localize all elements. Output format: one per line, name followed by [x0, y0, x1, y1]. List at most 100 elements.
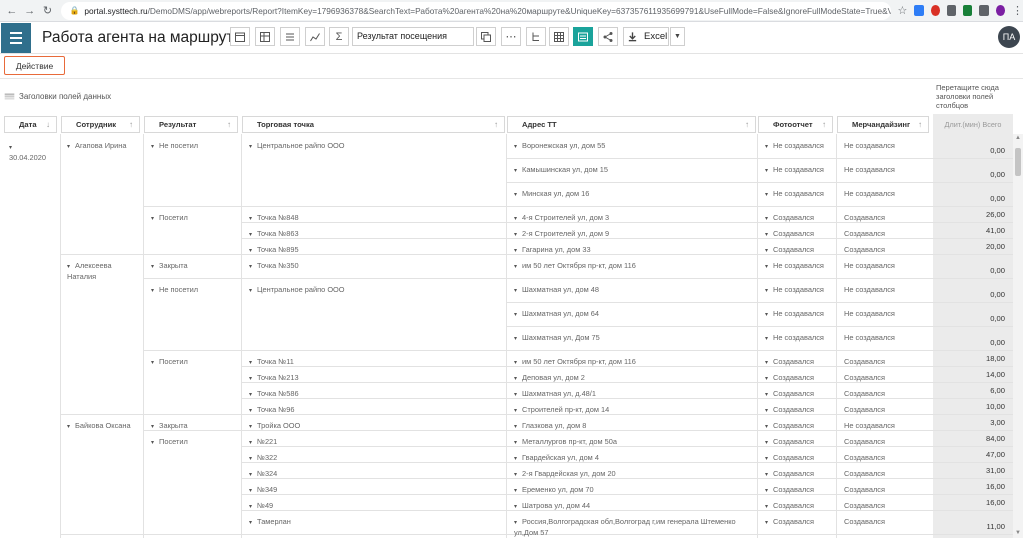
expand-toggle-icon[interactable]: ▾ — [514, 232, 517, 238]
expand-toggle-icon[interactable]: ▾ — [765, 424, 768, 430]
chart-view-button[interactable] — [305, 27, 325, 46]
result-cell[interactable]: ▾ Закрыта — [151, 421, 241, 432]
pivot-view-button[interactable] — [573, 27, 593, 46]
column-header-outlet[interactable]: Торговая точка ↑ — [242, 116, 505, 133]
expand-toggle-icon[interactable]: ▾ — [249, 472, 252, 478]
outlet-cell[interactable]: ▾ Точка №586 — [249, 389, 499, 400]
extension-icon[interactable] — [914, 5, 924, 16]
photo-report-cell[interactable]: ▾ Не создавался — [765, 141, 825, 152]
scrollbar-thumb[interactable] — [1015, 148, 1021, 176]
expand-toggle-icon[interactable]: ▾ — [765, 504, 768, 510]
address-cell[interactable]: ▾ Деповая ул, дом 2 — [514, 373, 749, 384]
scroll-up-icon[interactable]: ▲ — [1015, 135, 1021, 141]
address-cell[interactable]: ▾ Строителей пр-кт, дом 14 — [514, 405, 749, 416]
expand-toggle-icon[interactable]: ▾ — [514, 312, 517, 318]
expand-toggle-icon[interactable]: ▾ — [151, 216, 154, 222]
address-cell[interactable]: ▾ Шахматная ул, дом 48 — [514, 285, 749, 296]
expand-toggle-icon[interactable]: ▾ — [249, 376, 252, 382]
result-cell[interactable]: ▾ Закрыта — [151, 261, 241, 272]
photo-report-cell[interactable]: ▾ Создавался — [765, 229, 837, 240]
expand-toggle-icon[interactable]: ▾ — [765, 288, 768, 294]
address-cell[interactable]: ▾ 4-я Строителей ул, дом 3 — [514, 213, 749, 224]
result-cell[interactable]: ▾ Посетил — [151, 437, 241, 448]
report-settings-button[interactable] — [230, 27, 250, 46]
expand-toggle-icon[interactable]: ▾ — [249, 288, 252, 294]
expand-toggle-icon[interactable]: ▾ — [67, 424, 70, 430]
address-cell[interactable]: ▾ им 50 лет Октября пр-кт, дом 116 — [514, 261, 749, 272]
expand-toggle-icon[interactable]: ▾ — [765, 312, 768, 318]
outlet-cell[interactable]: ▾ Точка №863 — [249, 229, 499, 240]
employee-cell[interactable]: ▾ Алексеева Наталия — [67, 261, 137, 281]
address-cell[interactable]: ▾ 2-я Строителей ул, дом 9 — [514, 229, 749, 240]
expand-toggle-icon[interactable]: ▾ — [249, 488, 252, 494]
photo-report-cell[interactable]: ▾ Создавался — [765, 517, 837, 528]
outlet-cell[interactable]: ▾ Точка №11 — [249, 357, 499, 368]
expand-toggle-icon[interactable]: ▾ — [514, 192, 517, 198]
expand-toggle-icon[interactable]: ▾ — [514, 440, 517, 446]
expand-toggle-icon[interactable]: ▾ — [765, 336, 768, 342]
address-cell[interactable]: ▾ Воронежская ул, дом 55 — [514, 141, 749, 152]
address-cell[interactable]: ▾ Глазкова ул, дом 8 — [514, 421, 749, 432]
expand-toggle-icon[interactable]: ▾ — [514, 424, 517, 430]
expand-toggle-icon[interactable]: ▾ — [249, 504, 252, 510]
outlet-cell[interactable]: ▾ Точка №895 — [249, 245, 499, 256]
expand-toggle-icon[interactable]: ▾ — [514, 520, 517, 526]
back-icon[interactable]: ← — [6, 4, 18, 18]
expand-toggle-icon[interactable]: ▾ — [514, 456, 517, 462]
outlet-cell[interactable]: ▾ №324 — [249, 469, 499, 480]
scroll-down-icon[interactable]: ▼ — [1015, 530, 1021, 536]
expand-toggle-icon[interactable]: ▾ — [67, 264, 70, 270]
expand-toggle-icon[interactable]: ▾ — [765, 216, 768, 222]
expand-toggle-icon[interactable]: ▾ — [249, 440, 252, 446]
photo-report-cell[interactable]: ▾ Создавался — [765, 373, 837, 384]
expand-toggle-icon[interactable]: ▾ — [151, 424, 154, 430]
outlet-cell[interactable]: ▾ №322 — [249, 453, 499, 464]
expand-toggle-icon[interactable]: ▾ — [249, 520, 252, 526]
outlet-cell[interactable]: ▾ Точка №848 — [249, 213, 499, 224]
browser-menu-icon[interactable]: ⋮ — [1012, 4, 1023, 17]
outlet-cell[interactable]: ▾ Тройка ООО — [249, 421, 499, 432]
photo-report-cell[interactable]: ▾ Не создавался — [765, 261, 825, 272]
photo-report-cell[interactable]: ▾ Создавался — [765, 485, 837, 496]
copy-button[interactable] — [476, 27, 496, 46]
expand-toggle-icon[interactable]: ▾ — [765, 248, 768, 254]
address-cell[interactable]: ▾ им 50 лет Октября пр-кт, дом 116 — [514, 357, 749, 368]
forward-icon[interactable]: → — [24, 4, 36, 18]
expand-toggle-icon[interactable]: ▾ — [249, 216, 252, 222]
expand-toggle-icon[interactable]: ▾ — [765, 488, 768, 494]
outlet-cell[interactable]: ▾ Точка №96 — [249, 405, 499, 416]
expand-toggle-icon[interactable]: ▾ — [514, 216, 517, 222]
photo-report-cell[interactable]: ▾ Создавался — [765, 213, 837, 224]
expand-toggle-icon[interactable]: ▾ — [249, 264, 252, 270]
extension-icon[interactable] — [946, 5, 957, 16]
photo-report-cell[interactable]: ▾ Не создавался — [765, 285, 825, 296]
expand-toggle-icon[interactable]: ▾ — [249, 456, 252, 462]
adblock-extension-icon[interactable] — [930, 5, 940, 16]
photo-report-cell[interactable]: ▾ Создавался — [765, 437, 837, 448]
extension-icon[interactable] — [963, 5, 973, 16]
hierarchy-button[interactable] — [526, 27, 546, 46]
result-cell[interactable]: ▾ Посетил — [151, 357, 241, 368]
outlet-cell[interactable]: ▾ №221 — [249, 437, 499, 448]
photo-report-cell[interactable]: ▾ Создавался — [765, 389, 837, 400]
date-cell[interactable]: ▾ 30.04.2020 — [9, 142, 57, 162]
column-header-merchandising[interactable]: Мерчандайзинг ↑ — [837, 116, 929, 133]
expand-toggle-icon[interactable]: ▾ — [9, 145, 12, 151]
expand-toggle-icon[interactable]: ▾ — [514, 264, 517, 270]
address-cell[interactable]: ▾ Шатрова ул, дом 44 — [514, 501, 749, 512]
expand-toggle-icon[interactable]: ▾ — [765, 472, 768, 478]
value-header[interactable]: Длит.(мин) Всего — [933, 114, 1013, 134]
photo-report-cell[interactable]: ▾ Не создавался — [765, 165, 825, 176]
expand-toggle-icon[interactable]: ▾ — [765, 408, 768, 414]
expand-toggle-icon[interactable]: ▾ — [765, 168, 768, 174]
address-bar[interactable]: 🔒 portal.systtech.ru /DemoDMS/app/webrep… — [61, 1, 892, 20]
result-cell[interactable]: ▾ Посетил — [151, 213, 241, 224]
expand-toggle-icon[interactable]: ▾ — [765, 376, 768, 382]
outlet-cell[interactable]: ▾ Точка №213 — [249, 373, 499, 384]
address-cell[interactable]: ▾ Россия,Волгоградская обл,Волгоград г,им… — [514, 517, 749, 537]
expand-toggle-icon[interactable]: ▾ — [765, 360, 768, 366]
expand-toggle-icon[interactable]: ▾ — [151, 144, 154, 150]
photo-report-cell[interactable]: ▾ Не создавался — [765, 189, 825, 200]
expand-toggle-icon[interactable]: ▾ — [765, 520, 768, 526]
data-field-headers-area[interactable]: Заголовки полей данных — [4, 92, 111, 101]
